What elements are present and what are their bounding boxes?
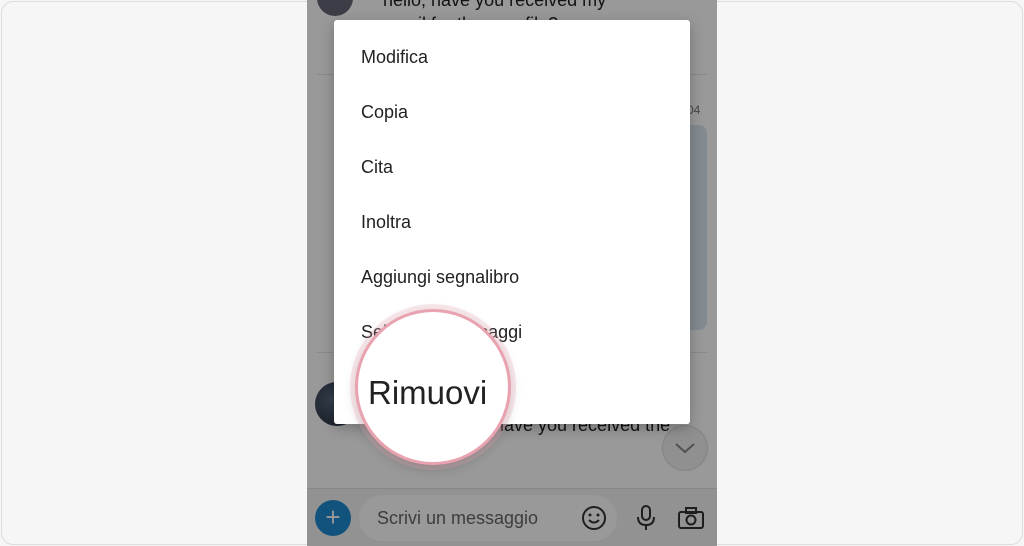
menu-item-copia[interactable]: Copia [361,97,661,127]
menu-item-cita[interactable]: Cita [361,152,661,182]
highlight-magnifier: Rimuovi [355,309,511,465]
menu-item-inoltra[interactable]: Inoltra [361,207,661,237]
rimuovi-highlight-label: Rimuovi [368,374,488,411]
menu-item-aggiungi-segnalibro[interactable]: Aggiungi segnalibro [361,262,661,292]
menu-item-modifica[interactable]: Modifica [361,42,661,72]
